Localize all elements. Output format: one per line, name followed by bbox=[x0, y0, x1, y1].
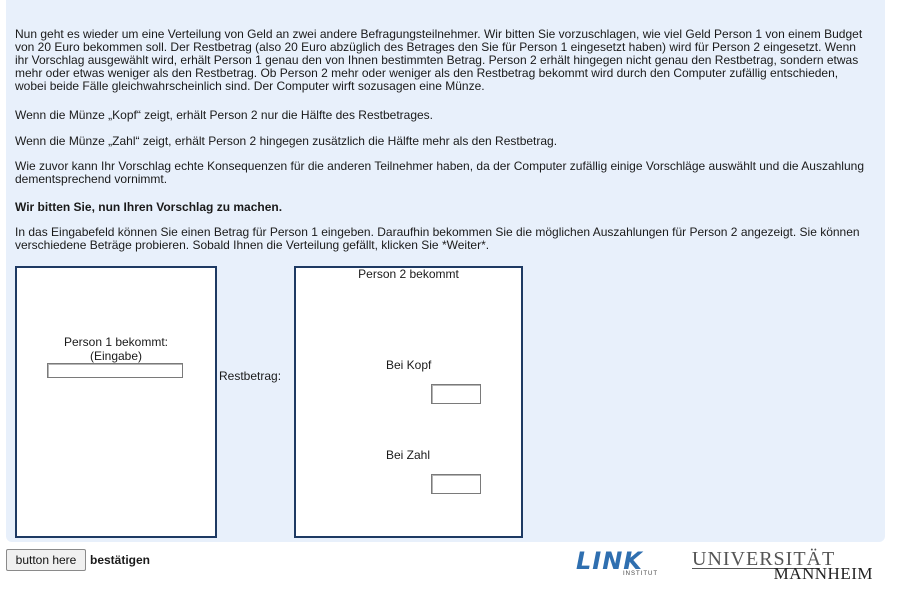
restbetrag-label: Restbetrag: bbox=[219, 369, 282, 383]
link-logo-subtitle: INSTITUT bbox=[623, 571, 658, 577]
uni-mannheim-logo: UNIVERSITÄT MANNHEIM bbox=[692, 548, 877, 584]
uni-logo-bottom: MANNHEIM bbox=[773, 564, 873, 583]
person1-label: Person 1 bekommt: (Eingabe) bbox=[15, 335, 217, 363]
zahl-label: Bei Zahl bbox=[386, 448, 431, 462]
intro-paragraph-zahl: Wenn die Münze „Zahl“ zeigt, erhält Pers… bbox=[15, 134, 558, 148]
zahl-amount-field bbox=[431, 474, 481, 494]
person2-box bbox=[294, 266, 523, 538]
kopf-amount-field bbox=[431, 384, 481, 404]
intro-paragraph-kopf: Wenn die Münze „Kopf“ zeigt, erhält Pers… bbox=[15, 108, 434, 122]
kopf-label: Bei Kopf bbox=[386, 358, 432, 372]
person1-sublabel: (Eingabe) bbox=[89, 349, 143, 363]
person1-amount-input[interactable] bbox=[47, 363, 183, 378]
link-institut-logo: LINK INSTITUT bbox=[576, 548, 660, 580]
submit-button[interactable]: button here bbox=[6, 549, 86, 571]
person1-box bbox=[15, 266, 217, 538]
instruction-heading: Wir bitten Sie, nun Ihren Vorschlag zu m… bbox=[15, 200, 283, 214]
intro-paragraph-1: Nun geht es wieder um eine Verteilung vo… bbox=[15, 27, 863, 93]
instruction-paragraph: In das Eingabefeld können Sie einen Betr… bbox=[15, 225, 860, 252]
person2-title: Person 2 bekommt bbox=[358, 267, 459, 281]
confirm-label: bestätigen bbox=[90, 553, 151, 567]
person1-label-text: Person 1 bekommt: bbox=[63, 335, 169, 349]
intro-paragraph-consequences: Wie zuvor kann Ihr Vorschlag echte Konse… bbox=[15, 159, 864, 186]
